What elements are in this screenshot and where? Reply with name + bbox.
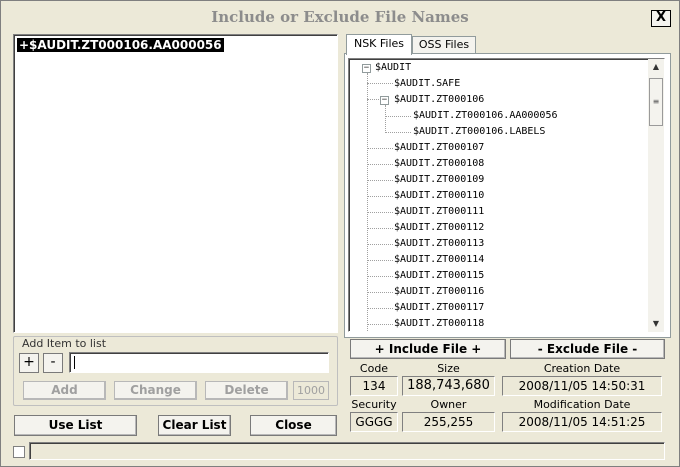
tree-node-root[interactable]: $AUDIT — [375, 61, 411, 75]
tree-node[interactable]: $AUDIT.ZT000115 — [394, 269, 484, 283]
minus-toggle-button[interactable]: - — [43, 353, 63, 373]
modification-date-label: Modification Date — [533, 398, 631, 411]
dialog-window: Include or Exclude File Names X +$AUDIT.… — [0, 0, 680, 467]
tree-connector — [367, 83, 393, 84]
tree-connector — [367, 292, 393, 293]
tree-node[interactable]: $AUDIT.ZT000106.LABELS — [413, 125, 545, 139]
tree-node[interactable]: $AUDIT.ZT000113 — [394, 237, 484, 251]
add-button[interactable]: Add — [23, 381, 106, 400]
use-list-button[interactable]: Use List — [14, 415, 137, 436]
tree-connector — [367, 324, 393, 325]
tree-connector — [367, 180, 393, 181]
tree-connector — [367, 244, 393, 245]
creation-date-label: Creation Date — [543, 362, 621, 375]
size-value: 188,743,680 — [402, 376, 495, 396]
status-bar — [29, 442, 665, 460]
scroll-down-icon[interactable]: ▼ — [648, 316, 664, 332]
close-button[interactable]: Close — [250, 415, 337, 436]
security-value: GGGG — [350, 412, 398, 432]
code-label: Code — [359, 362, 389, 375]
tree-connector — [367, 228, 393, 229]
owner-label: Owner — [430, 398, 467, 411]
tree-connector — [367, 276, 393, 277]
size-label: Size — [437, 362, 460, 375]
tree-node[interactable]: $AUDIT.ZT000116 — [394, 285, 484, 299]
file-tree[interactable]: − $AUDIT $AUDIT.SAFE − $AUDIT.ZT000106 $… — [348, 58, 665, 332]
tree-node[interactable]: $AUDIT.ZT000118 — [394, 317, 484, 331]
security-label: Security — [351, 398, 397, 411]
title-bar: Include or Exclude File Names X — [1, 1, 679, 33]
clear-list-button[interactable]: Clear List — [158, 415, 231, 436]
tree-connector — [367, 196, 393, 197]
add-item-group-label: Add Item to list — [21, 337, 108, 350]
tab-nsk-files[interactable]: NSK Files — [346, 34, 412, 55]
tree-node[interactable]: $AUDIT.ZT000111 — [394, 205, 484, 219]
tree-node[interactable]: $AUDIT.ZT000106.AA000056 — [413, 109, 558, 123]
collapse-icon[interactable]: − — [362, 64, 371, 73]
change-button[interactable]: Change — [114, 381, 197, 400]
tree-node[interactable]: $AUDIT.ZT000114 — [394, 253, 484, 267]
tree-connector — [367, 73, 368, 331]
modification-date-value: 2008/11/05 14:51:25 — [502, 412, 662, 432]
file-name-list[interactable]: +$AUDIT.ZT000106.AA000056 — [13, 34, 338, 333]
tree-node[interactable]: $AUDIT.ZT000110 — [394, 189, 484, 203]
tree-scrollbar[interactable]: ▲ ≡ ▼ — [648, 59, 664, 332]
dialog-title: Include or Exclude File Names — [211, 8, 469, 26]
plus-toggle-button[interactable]: + — [19, 353, 39, 373]
limit-field[interactable]: 1000 — [293, 381, 329, 400]
tree-node[interactable]: $AUDIT.ZT000117 — [394, 301, 484, 315]
tree-node[interactable]: $AUDIT.ZT000106 — [394, 93, 484, 107]
tree-connector — [367, 148, 393, 149]
tree-node[interactable]: $AUDIT.ZT000109 — [394, 173, 484, 187]
delete-button[interactable]: Delete — [205, 381, 288, 400]
include-file-button[interactable]: + Include File + — [350, 339, 506, 359]
tree-connector — [385, 132, 411, 133]
owner-value: 255,255 — [402, 412, 495, 432]
tree-connector — [367, 308, 393, 309]
list-item[interactable]: +$AUDIT.ZT000106.AA000056 — [17, 38, 224, 52]
tree-connector — [367, 99, 379, 100]
collapse-icon[interactable]: − — [380, 96, 389, 105]
scroll-up-icon[interactable]: ▲ — [648, 59, 664, 75]
text-cursor — [74, 356, 75, 369]
tree-connector — [367, 260, 393, 261]
item-input[interactable] — [69, 352, 329, 373]
tree-connector — [385, 116, 411, 117]
scroll-thumb[interactable]: ≡ — [649, 78, 663, 126]
close-icon[interactable]: X — [651, 10, 671, 27]
exclude-file-button[interactable]: - Exclude File - — [510, 339, 665, 359]
tree-node[interactable]: $AUDIT.ZT000108 — [394, 157, 484, 171]
tree-node[interactable]: $AUDIT.ZT000112 — [394, 221, 484, 235]
code-value: 134 — [350, 376, 398, 396]
tree-connector — [367, 164, 393, 165]
tree-node[interactable]: $AUDIT.SAFE — [394, 77, 460, 91]
tree-connector — [367, 212, 393, 213]
tab-oss-files[interactable]: OSS Files — [412, 36, 476, 54]
status-checkbox[interactable] — [13, 446, 25, 458]
creation-date-value: 2008/11/05 14:50:31 — [502, 376, 662, 396]
tree-connector — [385, 105, 386, 133]
tree-node[interactable]: $AUDIT.ZT000107 — [394, 141, 484, 155]
